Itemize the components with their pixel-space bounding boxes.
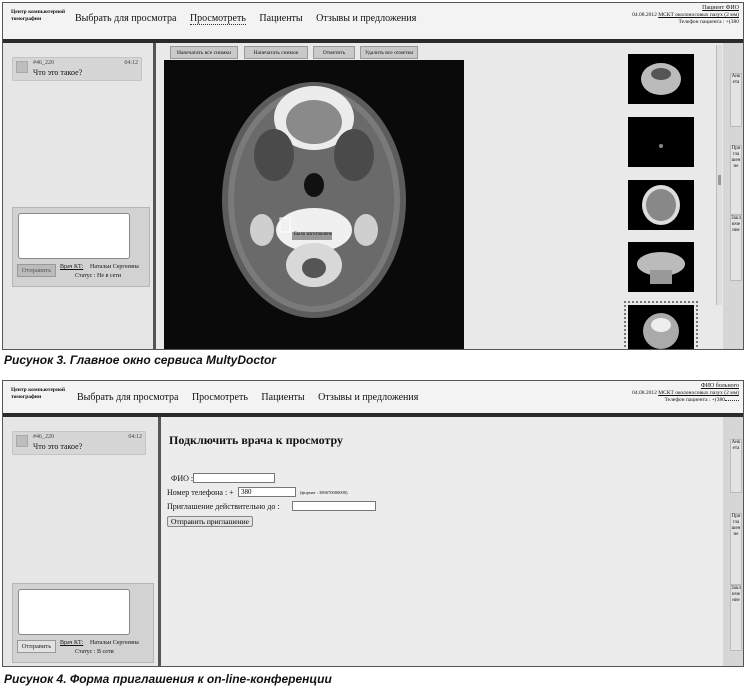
message-time: 04:12 [128,434,142,440]
thumbnail-scrollbar[interactable] [716,45,722,305]
message-sender: #46_220 [33,434,54,440]
doctor-status: Статус : Не в сети [75,273,122,279]
print-image-button[interactable]: Напечатать снимок [244,46,308,59]
phone-format-hint: (формат : 380670000000) [300,490,348,495]
mark-button[interactable]: Отметить [313,46,355,59]
form-title: Подключить врача к просмотру [169,433,344,447]
valid-until-input[interactable] [292,501,376,511]
nav-patients[interactable]: Пациенты [261,392,304,403]
patient-phone: +(380 [711,397,725,403]
nav-patients[interactable]: Пациенты [259,13,302,24]
logo: Центр компьютерной томографии [11,387,66,400]
thumbnail-3[interactable] [628,180,694,230]
compose-box: Отправить Врач КТ: Натальи Сергеевна Ста… [12,583,154,663]
caption-figure-4: Рисунок 4. Форма приглашения к on-line-к… [4,672,332,686]
annotation-label: Было изготовлено [294,232,333,237]
send-invitation-button[interactable]: Отправить приглашение [167,516,253,527]
patient-info: ФИО больного 04.08.2012 МСКТ околоносовы… [632,383,739,404]
thumbnail-4[interactable] [628,242,694,292]
viewer-area: Напечатать все снимки Напечатать снимок … [156,43,743,349]
thumbnail-5-selected[interactable] [624,301,698,349]
send-button[interactable]: Отправить [17,640,56,653]
screenshot-main-window: Центр компьютерной томографии Выбрать дл… [2,2,744,350]
doctor-link[interactable]: Врач КТ: [60,264,83,270]
tab-questionnaire[interactable]: Анкета [730,439,742,493]
main-nav: Выбрать для просмотра Просмотреть Пациен… [75,13,427,25]
nav-feedback[interactable]: Отзывы и предложения [316,13,416,24]
patient-info: Пациент ФИО 04.08.2012 МСКТ околоносовых… [632,5,739,26]
tab-invitation[interactable]: Приглашение [730,145,742,215]
invitation-form-area: Подключить врача к просмотру ФИО : Номер… [161,417,743,666]
chat-panel: #46_220 04:12 Что это такое? Отправить В… [3,417,161,666]
thumbnail-2[interactable] [628,117,694,167]
nav-select[interactable]: Выбрать для просмотра [77,392,178,403]
compose-box: Отправить Врач КТ: Натальи Сергеевна Ста… [12,207,150,287]
screenshot-invitation-form: Центр компьютерной томографии Выбрать дл… [2,380,744,667]
doctor-name: Натальи Сергеевна [90,640,139,646]
message-input[interactable] [18,213,130,259]
message-input[interactable] [18,589,130,635]
study-link[interactable]: МСКТ околоносовых пазух (2 мм) [658,390,739,396]
phone-label: Номер телефона : + [167,488,234,497]
patient-name-link[interactable]: ФИО больного [632,383,739,390]
study-date: 04.08.2012 [632,390,657,396]
ct-scan-image [222,82,406,318]
print-all-button[interactable]: Напечатать все снимки [170,46,238,59]
nav-view[interactable]: Просмотреть [189,13,246,25]
patient-phone-label: Телефон пациента : [664,397,711,403]
main-nav: Выбрать для просмотра Просмотреть Пациен… [77,392,429,403]
patient-phone: +(380 [725,19,739,25]
delete-marks-button[interactable]: Удалить все отметки [360,46,418,59]
caption-figure-3: Рисунок 3. Главное окно сервиса MultyDoc… [4,353,276,367]
avatar [16,435,28,447]
tab-invitation[interactable]: Приглашение [730,513,742,585]
send-button[interactable]: Отправить [17,264,56,277]
study-link[interactable]: МСКТ околоносовых пазух (2 мм) [658,12,739,18]
message-sender: #46_220 [33,60,54,66]
tab-questionnaire[interactable]: Анкета [730,73,742,127]
tab-conclusion[interactable]: Заключение [730,585,742,651]
nav-feedback[interactable]: Отзывы и предложения [318,392,418,403]
message-text: Что это такое? [33,68,83,77]
fio-label: ФИО : [171,474,194,483]
ct-image-viewer[interactable]: Было изготовлено [164,60,464,349]
doctor-name: Натальи Сергеевна [90,264,139,270]
chat-message[interactable]: #46_220 04:12 Что это такое? [12,57,142,81]
patient-phone-label: Телефон пациента : [678,19,725,25]
doctor-link[interactable]: Врач КТ: [60,640,83,646]
fio-input[interactable] [193,473,275,483]
valid-until-label: Приглашение действительно до : [167,502,280,511]
phone-input[interactable] [238,487,296,497]
doctor-status: Статус : В сети [75,649,114,655]
header: Центр компьютерной томографии Выбрать дл… [3,381,743,413]
patient-name-link[interactable]: Пациент ФИО [632,5,739,12]
chat-panel: #46_220 04:12 Что это такое? Отправить В… [3,43,156,349]
thumbnail-1[interactable] [628,54,694,104]
chat-message[interactable]: #46_220 04:12 Что это такое? [12,431,146,455]
message-text: Что это такое? [33,442,83,451]
nav-view[interactable]: Просмотреть [192,392,248,403]
study-date: 04.08.2012 [632,12,657,18]
avatar [16,61,28,73]
nav-select[interactable]: Выбрать для просмотра [75,13,176,24]
header: Центр компьютерной томографии Выбрать дл… [3,3,743,39]
logo: Центр компьютерной томографии [11,9,66,22]
tab-conclusion[interactable]: Заключение [730,215,742,281]
message-time: 04:12 [124,60,138,66]
